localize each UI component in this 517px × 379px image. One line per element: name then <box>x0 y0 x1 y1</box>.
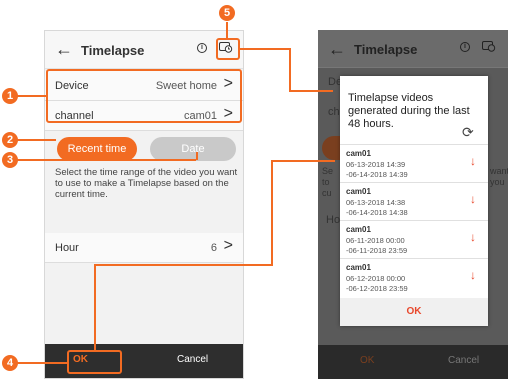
connector-icon-to-dialog-v <box>289 48 291 92</box>
video-start-time: 06-12-2018 00:00 <box>346 274 406 283</box>
ghost-recent-button <box>322 136 342 160</box>
chevron-right-icon: > <box>223 237 233 254</box>
description-text: Select the time range of the video you w… <box>55 167 238 200</box>
video-end-time: -06-12-2018 23:59 <box>346 284 408 293</box>
video-start-time: 06-11-2018 00:00 <box>346 236 405 245</box>
connector-ok-to-list-v2 <box>271 160 273 266</box>
timelapse-list-icon <box>482 41 496 52</box>
video-name: cam01 <box>346 263 371 272</box>
download-icon[interactable]: ↓ <box>470 154 476 168</box>
hour-label: Hour <box>55 242 79 254</box>
callout-3: 3 <box>2 152 18 168</box>
ghost-hour-label: Ho <box>326 214 341 226</box>
connector-ok-to-list-h2 <box>271 160 335 162</box>
callout-1-line <box>16 95 46 97</box>
hour-value: 6 <box>210 242 217 254</box>
video-start-time: 06-13-2018 14:38 <box>346 198 406 207</box>
video-list-item[interactable]: cam01 06-13-2018 14:39 -06-14-2018 14:39… <box>340 144 488 182</box>
video-list-item[interactable]: cam01 06-11-2018 00:00 -06-11-2018 23:59… <box>340 220 488 258</box>
download-icon[interactable]: ↓ <box>470 268 476 282</box>
page-title-dimmed: Timelapse <box>354 42 418 57</box>
timelapse-videos-dialog: Timelapse videos generated during the la… <box>340 76 488 326</box>
callout-4-line <box>16 362 67 364</box>
refresh-icon[interactable]: ⟳ <box>462 124 474 141</box>
timelapse-icon-highlight <box>216 38 240 60</box>
video-end-time: -06-14-2018 14:38 <box>346 208 408 217</box>
ghost-channel-label: ch <box>328 106 340 118</box>
back-arrow-icon: ← <box>328 39 346 59</box>
video-name: cam01 <box>346 225 371 234</box>
bottom-action-bar-dimmed: OK Cancel <box>318 345 508 379</box>
callout-5: 5 <box>219 5 235 21</box>
info-icon: i <box>460 42 470 52</box>
connector-icon-to-dialog-h2 <box>289 90 333 92</box>
video-list-item[interactable]: cam01 06-13-2018 14:38 -06-14-2018 14:38… <box>340 182 488 220</box>
connector-ok-to-list-v1 <box>94 264 96 350</box>
date-button[interactable]: Date <box>150 137 236 161</box>
hour-row[interactable]: Hour 6 > <box>45 233 243 263</box>
connector-icon-to-dialog-h1 <box>240 48 290 50</box>
callout-4: 4 <box>2 355 18 371</box>
ghost-desc-1: Se <box>322 166 334 176</box>
video-name: cam01 <box>346 187 371 196</box>
ok-button-highlight <box>67 350 122 374</box>
video-name: cam01 <box>346 149 371 158</box>
callout-3-line <box>16 159 196 161</box>
ghost-desc-right-2: you <box>490 177 505 187</box>
recent-time-button[interactable]: Recent time <box>57 137 137 161</box>
connector-ok-to-list-h1 <box>94 264 272 266</box>
dialog-ok-button[interactable]: OK <box>340 298 488 326</box>
download-icon[interactable]: ↓ <box>470 192 476 206</box>
device-channel-highlight <box>46 69 242 123</box>
ghost-desc-2: to <box>322 177 330 187</box>
timelapse-list-screen: ← Timelapse i De ch Se to cu Ho want you… <box>318 30 508 379</box>
info-icon[interactable]: i <box>197 43 207 53</box>
ok-button-dimmed: OK <box>360 355 375 366</box>
callout-2-line <box>16 139 56 141</box>
callout-1: 1 <box>2 88 18 104</box>
video-start-time: 06-13-2018 14:39 <box>346 160 406 169</box>
video-list-item[interactable]: cam01 06-12-2018 00:00 -06-12-2018 23:59… <box>340 258 488 296</box>
header-bar: ← Timelapse i <box>45 31 243 69</box>
download-icon[interactable]: ↓ <box>470 230 476 244</box>
ghost-desc-3: cu <box>322 188 332 198</box>
header-bar-dimmed: ← Timelapse i <box>318 30 508 68</box>
cancel-button[interactable]: Cancel <box>177 354 208 365</box>
callout-5-line <box>226 22 228 38</box>
ghost-desc-right-1: want <box>490 166 508 176</box>
video-end-time: -06-11-2018 23:59 <box>346 246 408 255</box>
back-arrow-icon[interactable]: ← <box>55 40 73 58</box>
cancel-button-dimmed: Cancel <box>448 355 480 366</box>
page-title: Timelapse <box>81 43 145 58</box>
video-end-time: -06-14-2018 14:39 <box>346 170 408 179</box>
callout-3-line-up <box>196 152 198 160</box>
callout-2: 2 <box>2 132 18 148</box>
